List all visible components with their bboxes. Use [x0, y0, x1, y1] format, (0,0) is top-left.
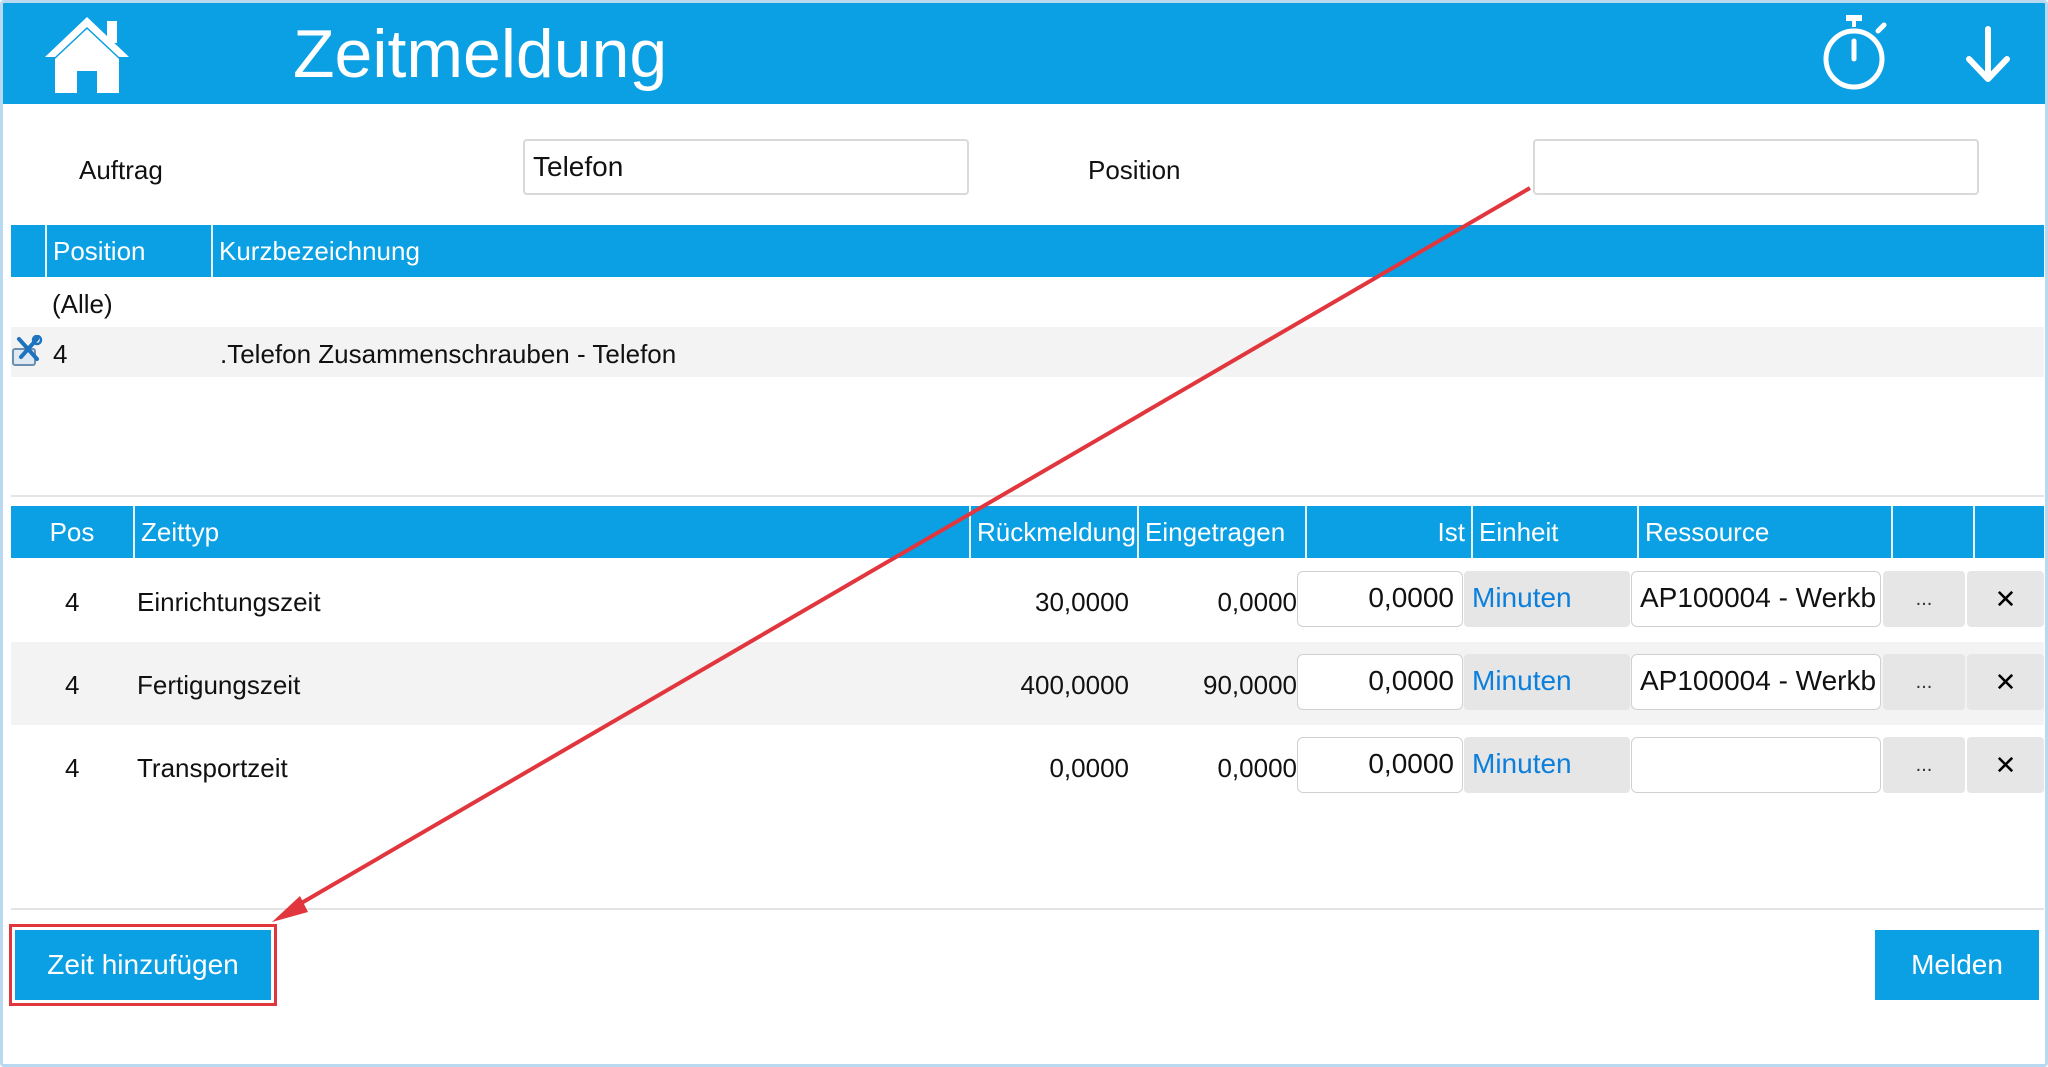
column-header-zeittyp[interactable]: Zeittyp: [133, 506, 969, 558]
column-header-eingetragen[interactable]: Eingetragen: [1137, 506, 1305, 558]
times-grid-header: Pos Zeittyp Rückmeldung Eingetragen Ist …: [11, 506, 2044, 558]
table-row: 4 Transportzeit 0,0000 0,0000 0,0000 Min…: [11, 725, 2044, 808]
column-header-einheit[interactable]: Einheit: [1471, 506, 1637, 558]
table-row: 4 Einrichtungszeit 30,0000 0,0000 0,0000…: [11, 559, 2044, 642]
column-header-kurzbezeichnung[interactable]: Kurzbezeichnung: [211, 225, 2044, 277]
more-button[interactable]: ...: [1883, 737, 1965, 793]
tools-icon: [12, 335, 43, 366]
section-divider: [11, 495, 2044, 497]
ressource-input[interactable]: [1631, 737, 1881, 793]
delete-button[interactable]: ✕: [1967, 571, 2044, 627]
row-kurzbezeichnung: .Telefon Zusammenschrauben - Telefon: [220, 339, 677, 369]
row-zeittyp: Fertigungszeit: [137, 670, 301, 700]
delete-button[interactable]: ✕: [1967, 737, 2044, 793]
footer-divider: [11, 908, 2044, 910]
annotation-highlight-box: [9, 924, 277, 1006]
positions-grid-header: Position Kurzbezeichnung: [11, 225, 2044, 277]
row-zeittyp: Transportzeit: [137, 753, 288, 783]
row-pos: 4: [65, 670, 80, 700]
position-input[interactable]: [1533, 139, 1979, 195]
column-header-more: [1891, 506, 1973, 558]
row-rueckmeldung: 400,0000: [1020, 670, 1129, 700]
row-rueckmeldung: 0,0000: [1049, 753, 1129, 783]
row-zeittyp: Einrichtungszeit: [137, 587, 321, 617]
row-eingetragen: 0,0000: [1217, 753, 1297, 783]
row-pos: 4: [65, 753, 80, 783]
header-bar: Zeitmeldung: [3, 3, 2045, 104]
page-title: Zeitmeldung: [293, 16, 668, 92]
column-header-pos[interactable]: Pos: [11, 506, 133, 558]
more-button[interactable]: ...: [1883, 571, 1965, 627]
einheit-select[interactable]: Minuten: [1464, 654, 1630, 710]
position-label: Position: [1088, 155, 1181, 185]
einheit-select[interactable]: Minuten: [1464, 571, 1630, 627]
column-header-rueckmeldung[interactable]: Rückmeldung: [969, 506, 1137, 558]
ressource-input[interactable]: AP100004 - Werkb: [1631, 654, 1881, 710]
row-eingetragen: 90,0000: [1203, 670, 1297, 700]
column-header-delete: [1973, 506, 2044, 558]
stopwatch-icon[interactable]: [1818, 13, 1890, 93]
column-header-ist[interactable]: Ist: [1305, 506, 1471, 558]
ressource-input[interactable]: AP100004 - Werkb: [1631, 571, 1881, 627]
delete-button[interactable]: ✕: [1967, 654, 2044, 710]
ist-input[interactable]: 0,0000: [1297, 571, 1463, 627]
table-row[interactable]: 4 .Telefon Zusammenschrauben - Telefon: [11, 327, 2044, 377]
einheit-select[interactable]: Minuten: [1464, 737, 1630, 793]
ist-input[interactable]: 0,0000: [1297, 737, 1463, 793]
row-eingetragen: 0,0000: [1217, 587, 1297, 617]
more-button[interactable]: ...: [1883, 654, 1965, 710]
column-header-ressource[interactable]: Ressource: [1637, 506, 1891, 558]
table-row: 4 Fertigungszeit 400,0000 90,0000 0,0000…: [11, 642, 2044, 725]
row-rueckmeldung: 30,0000: [1035, 587, 1129, 617]
all-positions-label: (Alle): [52, 289, 113, 319]
app-window: Zeitmeldung Auftrag Telefon Position Pos…: [0, 0, 2048, 1067]
column-header-position[interactable]: Position: [45, 225, 211, 277]
list-item-all[interactable]: (Alle): [11, 279, 2044, 327]
row-pos: 4: [65, 587, 80, 617]
download-arrow-icon[interactable]: [1963, 25, 2013, 85]
report-button[interactable]: Melden: [1875, 930, 2039, 1000]
auftrag-input[interactable]: Telefon: [523, 139, 969, 195]
ist-input[interactable]: 0,0000: [1297, 654, 1463, 710]
auftrag-label: Auftrag: [79, 155, 163, 185]
row-position: 4: [53, 339, 68, 369]
home-icon[interactable]: [41, 13, 133, 95]
